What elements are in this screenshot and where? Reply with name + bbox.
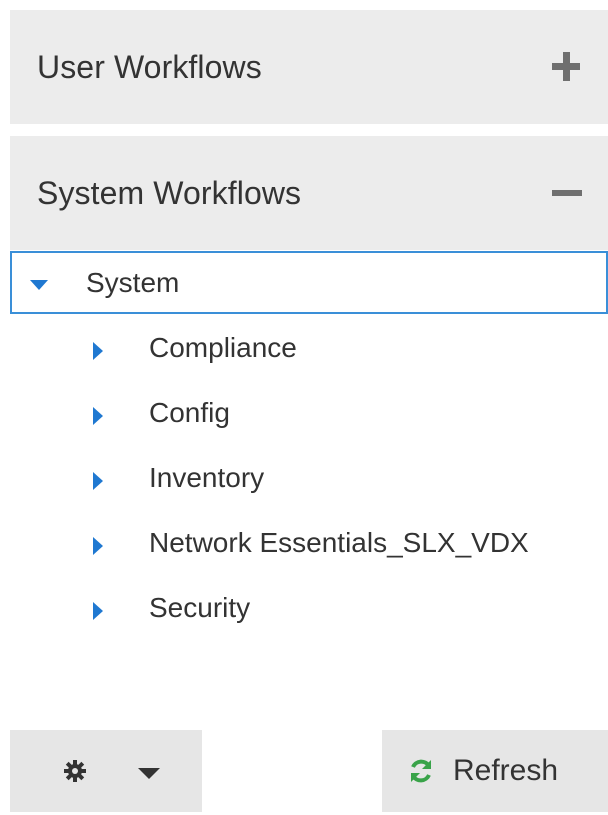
plus-icon[interactable] <box>546 47 586 87</box>
user-workflows-header[interactable]: User Workflows <box>10 10 608 124</box>
tree-node-network-essentials[interactable]: Network Essentials_SLX_VDX <box>10 510 608 575</box>
gear-icon <box>64 760 86 782</box>
caret-down-icon <box>138 767 160 779</box>
tree-node-label: Security <box>149 591 251 623</box>
tree-node-label: System <box>86 266 180 298</box>
tree-node-compliance[interactable]: Compliance <box>10 315 608 380</box>
caret-right-icon[interactable] <box>93 471 103 490</box>
refresh-label: Refresh <box>453 754 559 787</box>
caret-right-icon[interactable] <box>93 536 103 555</box>
tree-node-label: Inventory <box>149 461 265 493</box>
system-workflows-tree: System Compliance Config Inventory Netwo… <box>10 251 608 640</box>
tree-node-label: Config <box>149 396 230 428</box>
workflows-panel: User Workflows System Workflows System C… <box>0 0 608 815</box>
caret-right-icon[interactable] <box>93 341 103 360</box>
system-workflows-header[interactable]: System Workflows <box>10 136 608 250</box>
tree-node-security[interactable]: Security <box>10 575 608 640</box>
tree-node-label: Network Essentials_SLX_VDX <box>149 526 529 558</box>
caret-down-icon[interactable] <box>30 279 48 290</box>
caret-right-icon[interactable] <box>93 406 103 425</box>
system-workflows-title: System Workflows <box>37 174 302 211</box>
tree-node-label: Compliance <box>149 331 297 363</box>
tree-node-config[interactable]: Config <box>10 380 608 445</box>
user-workflows-title: User Workflows <box>37 48 262 85</box>
tree-node-system[interactable]: System <box>10 251 608 314</box>
tree-children: Compliance Config Inventory Network Esse… <box>10 315 608 640</box>
settings-dropdown-button[interactable] <box>10 730 202 812</box>
tree-node-inventory[interactable]: Inventory <box>10 445 608 510</box>
refresh-button[interactable]: Refresh <box>382 730 608 812</box>
refresh-icon <box>408 758 434 784</box>
caret-right-icon[interactable] <box>93 601 103 620</box>
minus-icon[interactable] <box>546 173 586 213</box>
